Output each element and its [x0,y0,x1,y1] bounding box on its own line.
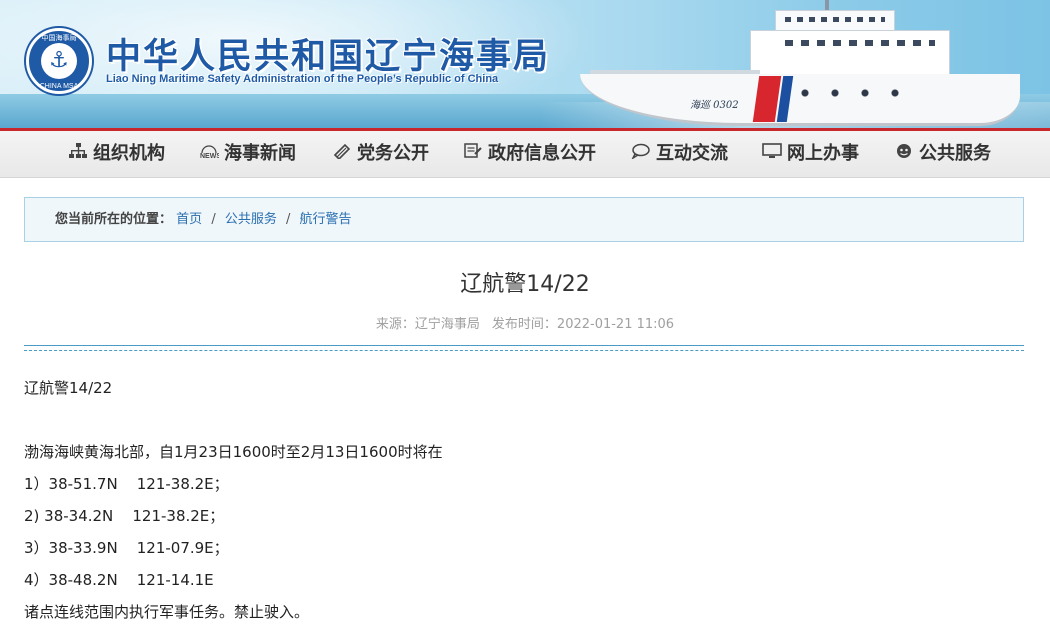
article-divider-dashed [24,350,1024,351]
body-paragraph: 渤海海峡黄海北部，自1月23日1600时至2月13日1600时将在 [24,443,443,461]
breadcrumb-link-public-services[interactable]: 公共服务 [225,212,277,227]
ship-superstructure [750,30,950,76]
breadcrumb-link-navigation-warnings[interactable]: 航行警告 [300,212,352,227]
ship-windows [785,40,935,46]
nav-item-interaction[interactable]: 互动交流 [630,131,728,178]
anchor-icon: ⚓ [41,43,77,79]
article-meta: 来源：辽宁海事局 发布时间：2022-01-21 11:06 [0,313,1050,332]
ship-portholes [790,88,920,98]
nav-item-public-services[interactable]: 公共服务 [893,131,991,178]
nav-item-online-services[interactable]: 网上办事 [761,131,859,178]
patrol-ship-image: 海巡 0302 [560,0,1030,128]
ship-name: 海巡 0302 [690,100,739,111]
service-icon [893,132,915,177]
nav-item-organization[interactable]: 组织机构 [67,131,165,178]
news-icon: NEWS [198,132,221,177]
nav-label: 组织机构 [93,143,165,164]
breadcrumb-link-home[interactable]: 首页 [176,212,202,227]
body-paragraph: 4）38-48.2N 121-14.1E [24,571,214,589]
document-icon [462,132,484,177]
ship-bridge-windows [785,17,885,22]
article-divider [24,345,1024,346]
nav-item-gov-info[interactable]: 政府信息公开 [462,131,596,178]
body-paragraph: 3）38-33.9N 121-07.9E； [24,539,229,557]
site-title[interactable]: 中华人民共和国辽宁海事局 [106,28,550,79]
emblem-top-text: 中国海事局 [41,34,77,42]
body-paragraph: 2) 38-34.2N 121-38.2E； [24,507,225,525]
nav-label: 公共服务 [919,143,991,164]
main-nav: 组织机构 NEWS 海事新闻 党务公开 政府信息公开 互动交流 网上办事 公共服… [0,131,1050,178]
article-publish-time: 发布时间：2022-01-21 11:06 [491,317,675,332]
article-title: 辽航警14/22 [460,272,590,297]
msa-emblem-logo[interactable]: 中国海事局 ⚓ CHINA MSA [26,28,92,94]
org-chart-icon [67,132,89,177]
nav-item-news[interactable]: NEWS 海事新闻 [198,131,296,178]
body-paragraph: 诸点连线范围内执行军事任务。禁止驶入。 [24,603,310,621]
nav-label: 政府信息公开 [488,143,596,164]
breadcrumb-separator: / [211,212,216,227]
article-source: 来源：辽宁海事局 [375,317,480,332]
nav-label: 互动交流 [656,143,728,164]
breadcrumb-prefix: 您当前所在的位置： [55,212,173,227]
emblem-bottom-text: CHINA MSA [39,83,79,90]
breadcrumb: 您当前所在的位置： 首页 / 公共服务 / 航行警告 [24,197,1024,242]
nav-label: 海事新闻 [224,143,296,164]
site-banner: 海巡 0302 中国海事局 ⚓ CHINA MSA 中华人民共和国辽宁海事局 L… [0,0,1050,128]
pen-icon [331,132,353,177]
breadcrumb-separator: / [286,212,291,227]
body-paragraph: 辽航警14/22 [24,379,113,397]
body-paragraph: 1）38-51.7N 121-38.2E； [24,475,229,493]
ship-hull [580,74,1020,126]
nav-label: 党务公开 [357,143,429,164]
monitor-icon [761,132,783,177]
nav-label: 网上办事 [787,143,859,164]
chat-icon [630,132,652,177]
nav-item-party-affairs[interactable]: 党务公开 [331,131,429,178]
svg-text:NEWS: NEWS [200,153,219,159]
site-subtitle: Liao Ning Maritime Safety Administration… [106,73,499,85]
